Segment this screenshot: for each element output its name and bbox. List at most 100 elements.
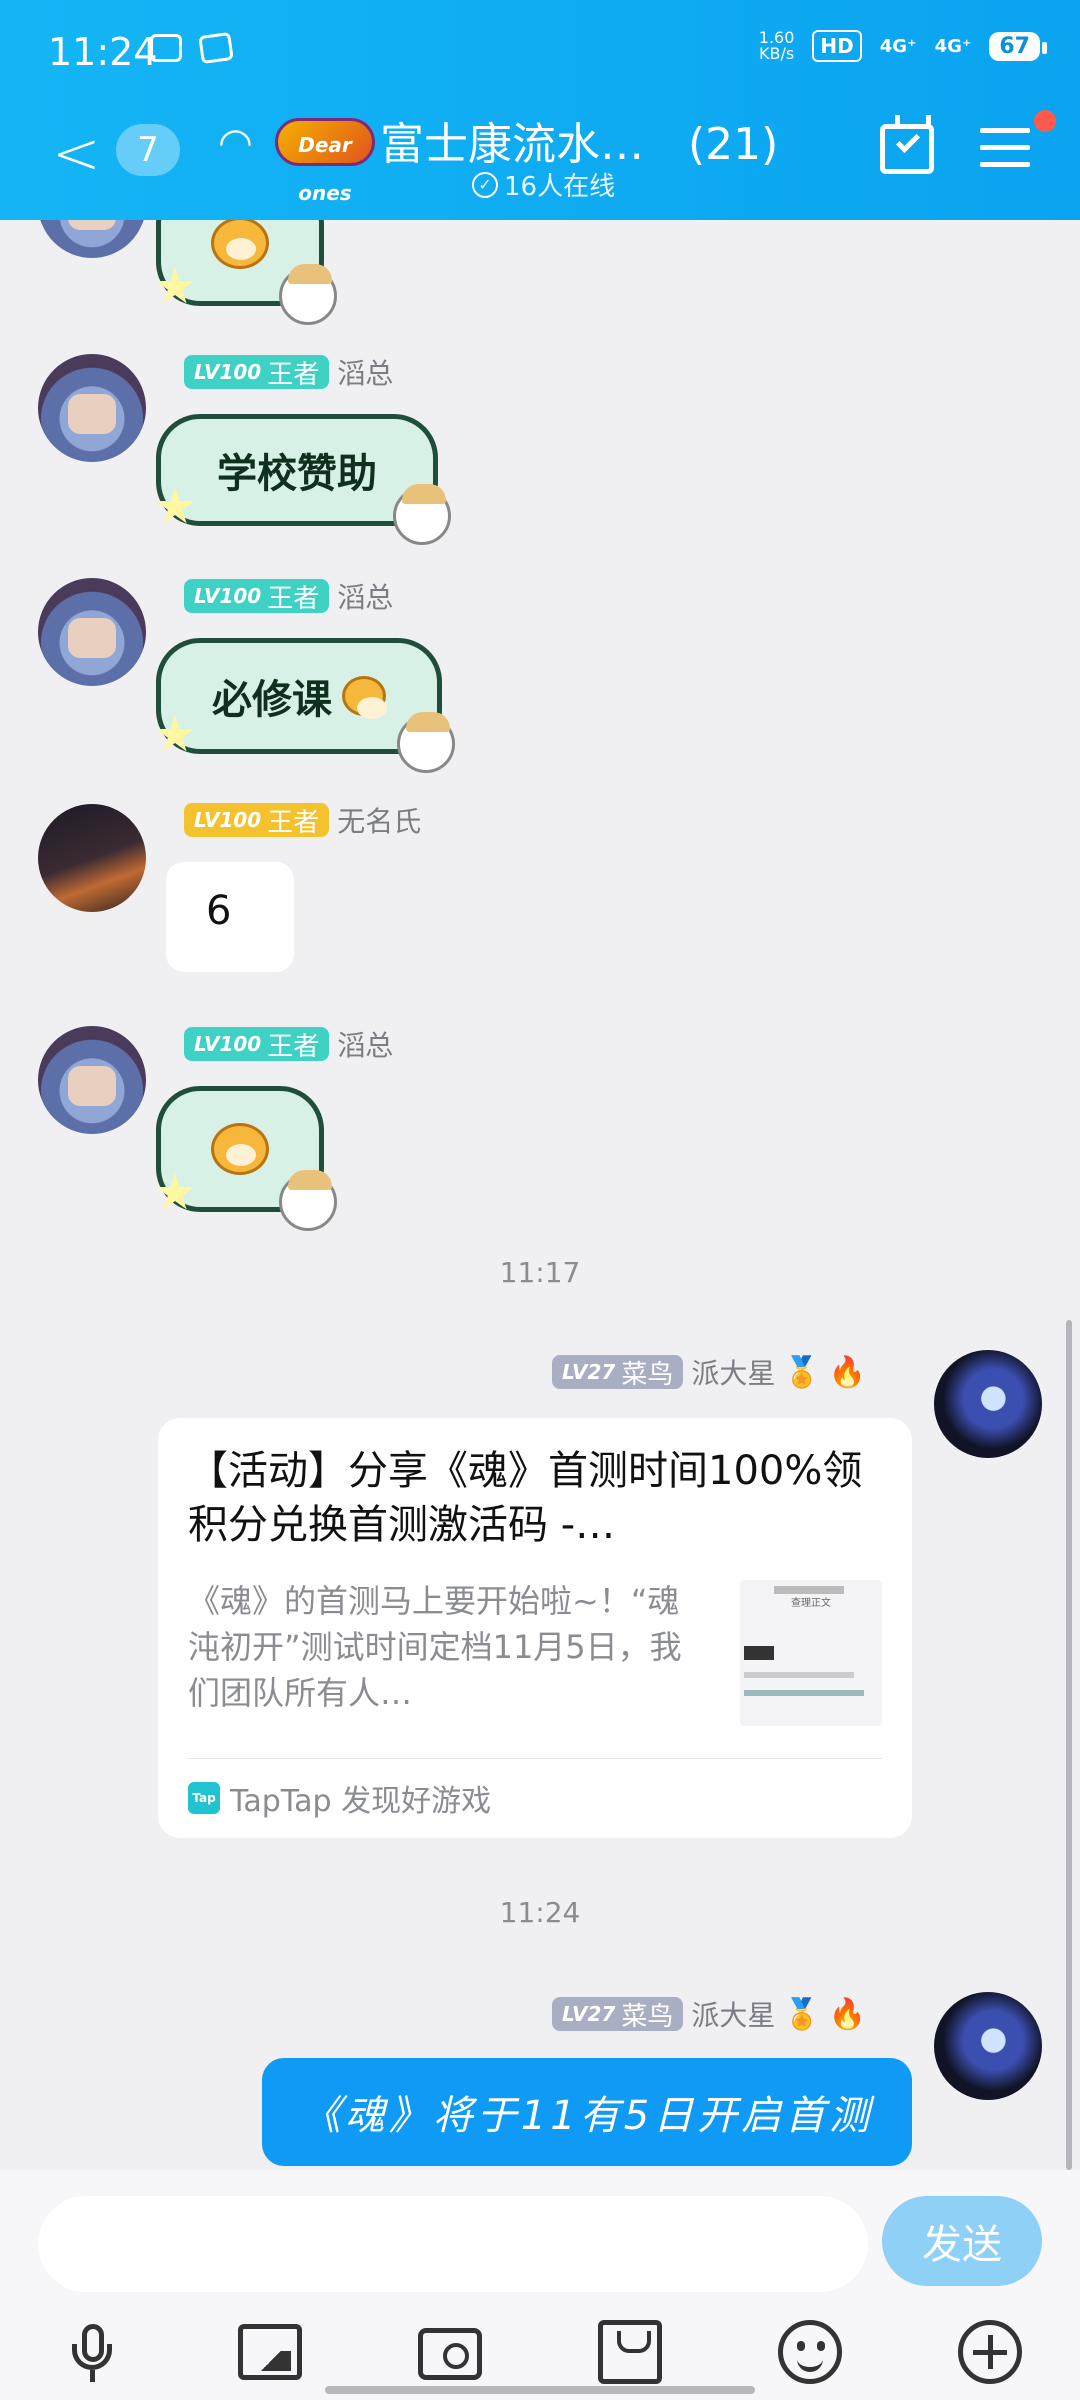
message-input[interactable] <box>38 2196 868 2292</box>
sticker-message[interactable] <box>155 220 337 325</box>
badge-title: 王者 <box>267 583 320 614</box>
ear-icon[interactable]: ◠ <box>218 120 253 166</box>
plus-icon[interactable] <box>958 2320 1022 2384</box>
text-message[interactable]: 6 <box>166 862 294 972</box>
red-packet-icon[interactable] <box>598 2320 662 2384</box>
image-icon[interactable] <box>238 2324 302 2380</box>
share-card-source: Tap TapTap 发现好游戏 <box>188 1776 491 1820</box>
thumb-line <box>774 1586 844 1594</box>
badge-level: LV27 <box>562 1360 616 1384</box>
badge-level: LV27 <box>562 2002 616 2026</box>
message-meta: LV100 王者 滔总 <box>184 354 393 390</box>
thumb-line <box>744 1672 854 1678</box>
sender-name[interactable]: 无名氏 <box>337 800 421 840</box>
top-bar: 11:24 1.60 KB/s HD 4G⁺ 4G⁺ 67 < 7 ◠ Dear… <box>0 0 1080 220</box>
share-card-body: 《魂》的首测马上要开始啦~！“魂沌初开”测试时间定档11月5日，我们团队所有人… <box>188 1582 682 1712</box>
puppy-icon <box>279 264 337 325</box>
check-icon: ✓ <box>472 171 498 198</box>
online-status: ✓ 16人在线 <box>472 166 615 203</box>
menu-line <box>980 145 1030 150</box>
sender-name[interactable]: 滔总 <box>337 576 393 616</box>
self-avatar[interactable] <box>934 1350 1042 1458</box>
medal-icon: 🏅 <box>783 1354 821 1390</box>
group-logo: Dear ones <box>275 118 375 205</box>
group-title[interactable]: 富士康流水… (21) <box>380 108 778 172</box>
level-badge: LV100 王者 <box>184 1027 330 1062</box>
status-bar: 11:24 1.60 KB/s HD 4G⁺ 4G⁺ 67 <box>0 0 1080 100</box>
camera-icon[interactable] <box>418 2328 482 2380</box>
group-name: 富士康流水… <box>380 119 644 170</box>
chat-area[interactable]: LV100 王者 滔总 学校赞助 LV100 王者 滔总 必修课 LV100 王者 无… <box>0 220 1080 2170</box>
signal-icon: 4G⁺ <box>879 35 917 57</box>
status-right: 1.60 KB/s HD 4G⁺ 4G⁺ 67 <box>759 30 1047 62</box>
sticker-message[interactable]: 学校赞助 <box>155 414 451 545</box>
timestamp: 11:24 <box>499 1896 581 1929</box>
puppy-icon <box>397 712 455 773</box>
fire-icon: 🔥 <box>828 1354 867 1390</box>
avatar[interactable] <box>38 220 146 258</box>
app-notification-icon <box>150 34 182 62</box>
star-icon <box>155 487 195 524</box>
badge-level: LV100 <box>194 808 262 832</box>
avatar[interactable] <box>38 578 146 686</box>
dog-sticker-icon <box>211 1123 269 1175</box>
back-button[interactable]: < <box>52 124 101 182</box>
badge-title: 菜鸟 <box>621 1359 674 1390</box>
thumb-line <box>744 1646 774 1660</box>
sender-name[interactable]: 派大星 <box>691 1352 775 1392</box>
avatar[interactable] <box>38 804 146 912</box>
emoji-icon[interactable] <box>778 2320 842 2384</box>
avatar-face <box>68 618 116 658</box>
chat-scrollbar[interactable] <box>1066 1320 1072 2170</box>
share-card-title: 【活动】分享《魂》首测时间100%领积分兑换首测激活码 -… <box>188 1448 863 1548</box>
menu-line <box>980 128 1030 133</box>
net-speed-unit: KB/s <box>758 44 795 63</box>
badge-level: LV100 <box>194 584 262 608</box>
signal-icon: 4G⁺ <box>934 35 972 57</box>
puppy-icon <box>279 1170 337 1231</box>
level-badge: LV100 王者 <box>184 803 330 838</box>
home-indicator <box>325 2386 755 2394</box>
share-card[interactable]: 【活动】分享《魂》首测时间100%领积分兑换首测激活码 -… 《魂》的首测马上要… <box>158 1418 912 1838</box>
sticker-message[interactable] <box>155 1086 337 1231</box>
send-button[interactable]: 发送 <box>882 2196 1042 2286</box>
taptap-icon: Tap <box>188 1782 220 1814</box>
divider <box>188 1758 882 1759</box>
calendar-check-icon[interactable] <box>880 115 934 174</box>
star-icon <box>155 267 195 304</box>
thumb-title: 查理正文 <box>791 1598 831 1609</box>
self-text-message[interactable]: 《魂》将于11有5日开启首测 <box>262 2058 912 2166</box>
badge-title: 王者 <box>267 807 320 838</box>
dog-sticker-icon <box>342 676 387 719</box>
sender-name[interactable]: 派大星 <box>691 1994 775 2034</box>
mic-stand <box>72 2344 112 2370</box>
badge-title: 王者 <box>267 359 320 390</box>
member-count: (21) <box>688 119 779 170</box>
unread-count-badge[interactable]: 7 <box>116 124 180 176</box>
online-count: 16人在线 <box>504 172 616 202</box>
message-meta: LV100 王者 滔总 <box>184 578 393 614</box>
composer-toolbar <box>0 2320 1080 2390</box>
avatar[interactable] <box>38 354 146 462</box>
status-time: 11:24 <box>48 30 158 74</box>
microphone-icon[interactable] <box>60 2320 124 2384</box>
badge-title: 菜鸟 <box>621 2001 674 2032</box>
avatar[interactable] <box>38 1026 146 1134</box>
self-avatar[interactable] <box>934 1992 1042 2100</box>
puppy-icon <box>393 484 451 545</box>
sender-name[interactable]: 滔总 <box>337 1024 393 1064</box>
avatar-face <box>68 1066 116 1106</box>
menu-button[interactable] <box>980 128 1030 168</box>
level-badge: LV27 菜鸟 <box>552 1355 684 1390</box>
message-meta: LV100 王者 滔总 <box>184 1026 393 1062</box>
sticker-message[interactable]: 必修课 <box>155 638 455 773</box>
share-card-thumbnail: 查理正文 <box>740 1580 882 1726</box>
thumb-line <box>744 1690 864 1696</box>
net-speed: 1.60 KB/s <box>759 30 795 62</box>
avatar-face <box>68 220 116 230</box>
mic-foot <box>90 2370 95 2382</box>
tick-mark <box>895 128 921 154</box>
battery-icon: 67 <box>989 31 1047 61</box>
badge-level: LV100 <box>194 360 262 384</box>
sender-name[interactable]: 滔总 <box>337 352 393 392</box>
